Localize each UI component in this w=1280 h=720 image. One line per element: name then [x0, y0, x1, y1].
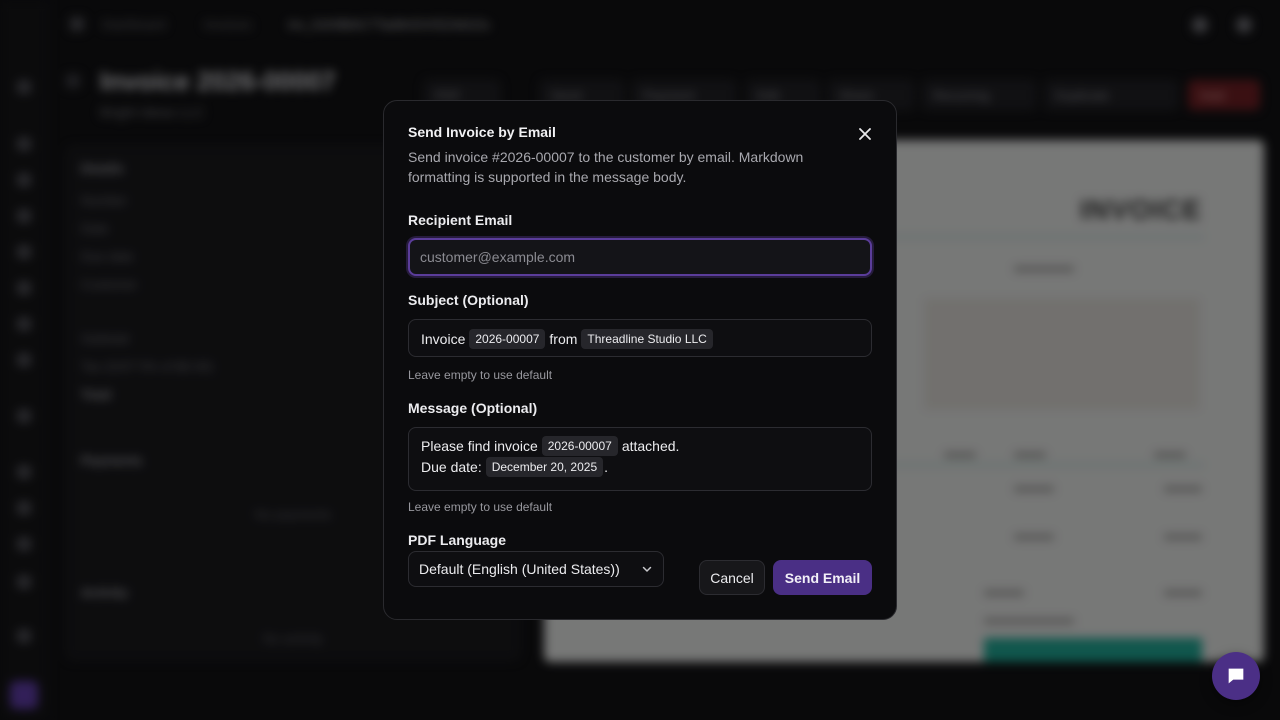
- invoice-number-chip: 2026-00007: [541, 436, 618, 456]
- send-invoice-dialog: Send Invoice by Email Send invoice #2026…: [383, 100, 897, 620]
- message-field[interactable]: Please find invoice 2026-00007 attached.…: [408, 427, 872, 491]
- send-email-button[interactable]: Send Email: [773, 560, 872, 595]
- chat-button[interactable]: [1212, 652, 1260, 700]
- recipient-email-input[interactable]: [410, 240, 870, 274]
- dialog-title: Send Invoice by Email: [408, 124, 556, 140]
- message-line-2: Due date: December 20, 2025 .: [421, 457, 608, 477]
- language-label: PDF Language: [408, 532, 507, 548]
- message-line1-suffix: attached.: [621, 438, 680, 454]
- due-date-chip: December 20, 2025: [485, 457, 604, 477]
- close-button[interactable]: [856, 125, 874, 143]
- company-name-chip: Threadline Studio LLC: [581, 329, 713, 349]
- chevron-down-icon: [642, 566, 652, 572]
- language-selected-value: Default (English (United States)): [419, 561, 620, 577]
- invoice-number-chip: 2026-00007: [469, 329, 546, 349]
- message-label: Message (Optional): [408, 400, 538, 416]
- language-select[interactable]: Default (English (United States)): [408, 551, 664, 587]
- recipient-label: Recipient Email: [408, 212, 513, 228]
- subject-field[interactable]: Invoice 2026-00007 from Threadline Studi…: [408, 319, 872, 357]
- message-line2-suffix: .: [604, 459, 609, 475]
- close-icon: [859, 128, 871, 140]
- subject-hint: Leave empty to use default: [408, 368, 553, 382]
- chat-icon: [1228, 668, 1244, 684]
- dialog-description: Send invoice #2026-00007 to the customer…: [408, 149, 804, 185]
- message-line2-prefix: Due date:: [421, 459, 482, 475]
- subject-middle: from: [549, 331, 578, 347]
- message-hint: Leave empty to use default: [408, 500, 553, 514]
- recipient-email-field: [408, 238, 872, 276]
- message-line1-prefix: Please find invoice: [421, 438, 538, 454]
- cancel-button[interactable]: Cancel: [699, 560, 765, 595]
- subject-content: Invoice 2026-00007 from Threadline Studi…: [421, 329, 717, 349]
- subject-prefix: Invoice: [421, 331, 466, 347]
- subject-label: Subject (Optional): [408, 292, 529, 308]
- message-line-1: Please find invoice 2026-00007 attached.: [421, 436, 679, 456]
